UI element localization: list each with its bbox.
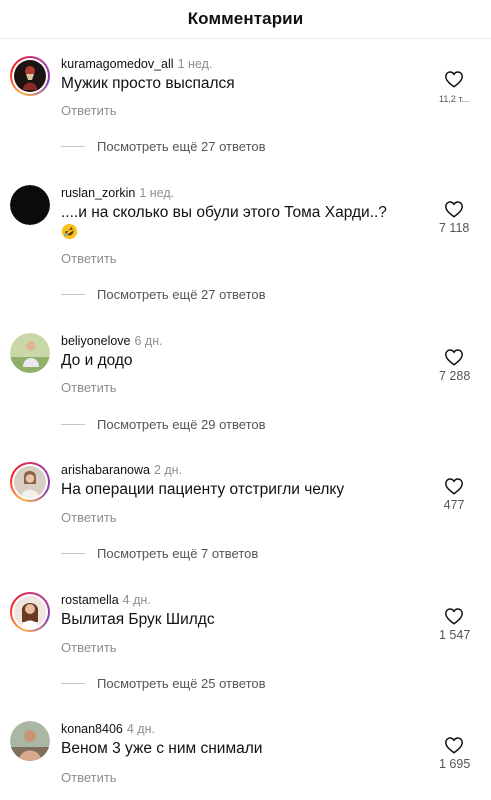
avatar[interactable] xyxy=(10,333,50,373)
comment-text: Веном 3 уже с ним снимали xyxy=(61,740,263,757)
username[interactable]: arishabaranowa xyxy=(61,463,150,477)
avatar[interactable] xyxy=(10,721,50,761)
page-title: Комментарии xyxy=(187,9,304,28)
reply-button[interactable]: Ответить xyxy=(61,770,117,785)
comment-meta: konan8406 4 дн. xyxy=(61,721,155,737)
heart-icon[interactable] xyxy=(444,607,464,625)
heart-icon[interactable] xyxy=(444,348,464,366)
username[interactable]: konan8406 xyxy=(61,722,123,736)
comment-time: 1 нед. xyxy=(139,186,175,200)
like-count: 7 118 xyxy=(439,221,470,235)
like-control: 7 288 xyxy=(439,348,471,383)
like-count: 1 547 xyxy=(439,628,471,642)
username[interactable]: beliyonelove xyxy=(61,334,131,348)
like-count: 11,2 т... xyxy=(439,94,469,104)
avatar[interactable] xyxy=(10,56,50,96)
like-count: 7 288 xyxy=(439,369,471,383)
comment-meta: kuramagomedov_all 1 нед. xyxy=(61,56,212,72)
view-more-replies[interactable]: Посмотреть ещё 27 ответов xyxy=(61,138,266,154)
comment-meta: ruslan_zorkin 1 нед. xyxy=(61,185,174,201)
heart-icon[interactable] xyxy=(444,477,464,495)
comment-time: 2 дн. xyxy=(153,463,183,477)
username[interactable]: ruslan_zorkin xyxy=(61,186,135,200)
comment-meta: beliyonelove 6 дн. xyxy=(61,333,163,349)
view-more-replies[interactable]: Посмотреть ещё 25 ответов xyxy=(61,675,266,691)
comment-time: 4 дн. xyxy=(122,593,151,607)
reply-button[interactable]: Ответить xyxy=(61,640,117,655)
avatar[interactable] xyxy=(10,185,50,225)
view-more-replies[interactable]: Посмотреть ещё 7 ответов xyxy=(61,545,258,561)
reply-button[interactable]: Ответить xyxy=(61,103,117,118)
heart-icon[interactable] xyxy=(444,200,464,218)
divider xyxy=(61,552,85,554)
view-more-replies-label: Посмотреть ещё 27 ответов xyxy=(97,286,266,302)
like-control: 477 xyxy=(439,477,469,512)
comments-header: Комментарии xyxy=(0,0,491,39)
like-count: 477 xyxy=(443,498,465,512)
comment-time: 4 дн. xyxy=(126,722,155,736)
comment-meta: rostamella 4 дн. xyxy=(61,592,151,608)
divider xyxy=(61,293,85,295)
divider xyxy=(61,145,85,147)
like-control: 1 695 xyxy=(439,736,471,771)
reply-button[interactable]: Ответить xyxy=(61,510,117,525)
view-more-replies-label: Посмотреть ещё 7 ответов xyxy=(97,545,259,561)
comment-text: До и додо xyxy=(61,352,133,369)
comment-meta: arishabaranowa 2 дн. xyxy=(61,462,182,478)
view-more-replies-label: Посмотреть ещё 25 ответов xyxy=(97,675,266,691)
comment-text: Вылитая Брук Шилдс xyxy=(61,611,215,628)
rolling-on-floor-laughing-icon xyxy=(61,223,78,240)
username[interactable]: kuramagomedov_all xyxy=(61,57,174,71)
username[interactable]: rostamella xyxy=(61,593,119,607)
view-more-replies[interactable]: Посмотреть ещё 29 ответов xyxy=(61,416,266,432)
divider xyxy=(61,423,85,425)
comment-text: На операции пациенту отстригли челку xyxy=(61,481,345,498)
view-more-replies-label: Посмотреть ещё 29 ответов xyxy=(97,416,266,432)
view-more-replies-label: Посмотреть ещё 27 ответов xyxy=(97,138,266,154)
heart-icon[interactable] xyxy=(444,736,464,754)
like-control: 1 547 xyxy=(439,607,471,642)
avatar[interactable] xyxy=(10,592,50,632)
reply-button[interactable]: Ответить xyxy=(61,380,117,395)
like-count: 1 695 xyxy=(439,757,471,771)
avatar[interactable] xyxy=(10,462,50,502)
comment-text: ....и на сколько вы обули этого Тома Хар… xyxy=(61,203,431,243)
divider xyxy=(61,682,85,684)
comment-time: 6 дн. xyxy=(134,334,163,348)
comment-text: Мужик просто выспался xyxy=(61,75,235,92)
comment-time: 1 нед. xyxy=(177,57,213,71)
comment-text-body: ....и на сколько вы обули этого Тома Хар… xyxy=(61,204,387,221)
heart-icon[interactable] xyxy=(444,70,464,88)
view-more-replies[interactable]: Посмотреть ещё 27 ответов xyxy=(61,286,266,302)
like-control: 11,2 т... xyxy=(439,70,469,104)
like-control: 7 118 xyxy=(439,200,469,235)
reply-button[interactable]: Ответить xyxy=(61,251,117,266)
